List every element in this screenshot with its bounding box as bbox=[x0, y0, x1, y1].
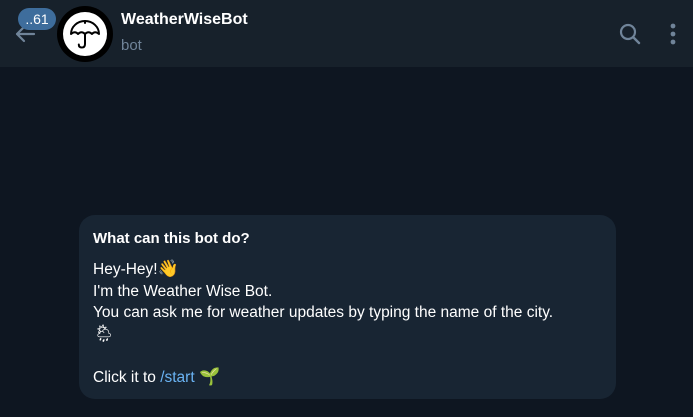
seedling-emoji: 🌱 bbox=[198, 366, 221, 387]
greeting-line: Hey-Hey!👋 bbox=[93, 259, 602, 281]
bot-name[interactable]: WeatherWiseBot bbox=[121, 11, 248, 29]
umbrella-icon bbox=[70, 20, 100, 49]
start-command-link[interactable]: /start bbox=[160, 369, 194, 386]
cta-line: Click it to /start 🌱 bbox=[93, 367, 602, 389]
search-button[interactable] bbox=[617, 21, 643, 47]
sun-rain-cloud-emoji: 🌦 bbox=[93, 323, 115, 344]
more-vertical-icon bbox=[670, 23, 676, 45]
weather-emoji-line: 🌦 bbox=[93, 324, 602, 346]
greeting-text: Hey-Hey! bbox=[93, 261, 158, 278]
avatar[interactable] bbox=[57, 6, 113, 62]
more-menu-button[interactable] bbox=[664, 21, 682, 47]
bot-status: bot bbox=[121, 37, 142, 54]
card-title: What can this bot do? bbox=[93, 230, 250, 247]
unread-count-badge[interactable]: ..61 bbox=[18, 8, 56, 30]
usage-line: You can ask me for weather updates by ty… bbox=[93, 304, 554, 321]
intro-line: I'm the Weather Wise Bot. bbox=[93, 282, 273, 300]
cta-text: Click it to bbox=[93, 368, 161, 386]
chat-header: ..61 WeatherWiseBot bot bbox=[0, 0, 693, 67]
bot-description-card: What can this bot do? Hey-Hey!👋 I'm the … bbox=[79, 215, 616, 399]
waving-hand-emoji: 👋 bbox=[157, 259, 179, 279]
search-icon bbox=[619, 23, 641, 45]
